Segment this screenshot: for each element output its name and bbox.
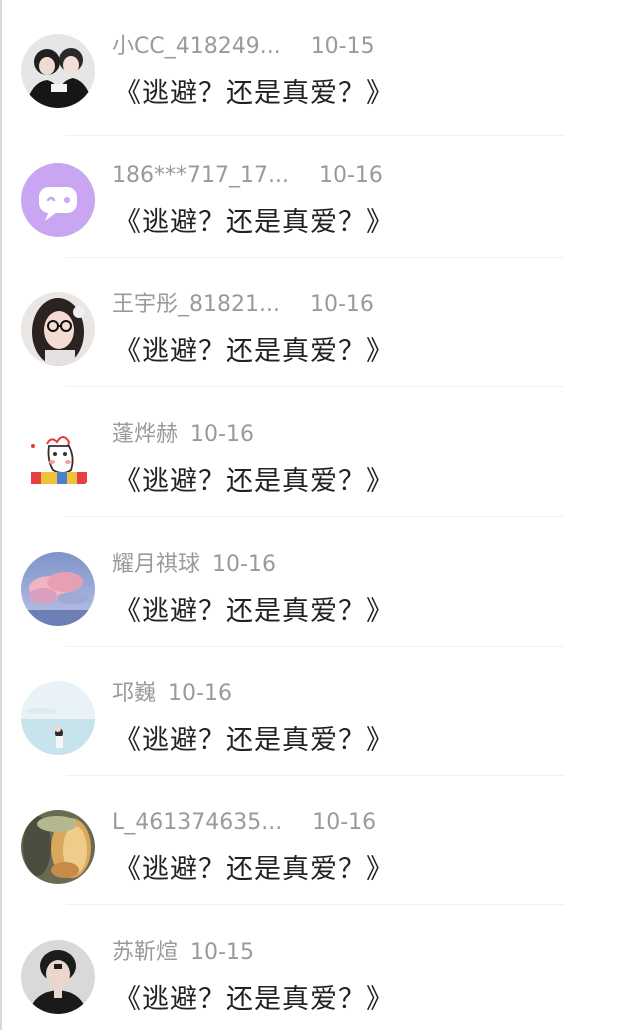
comment-text: 《逃避？还是真爱？》 — [114, 466, 394, 497]
username[interactable]: 蓬烨赫 — [112, 422, 178, 447]
comment-date: 10-16 — [318, 163, 383, 188]
girl-by-sea-avatar[interactable] — [21, 681, 95, 755]
comment-text: 《逃避？还是真爱？》 — [114, 336, 394, 367]
comment-text: 《逃避？还是真爱？》 — [114, 596, 394, 627]
comment-meta: 蓬烨赫 10-16 — [112, 420, 254, 450]
cartoon-character-avatar[interactable] — [21, 422, 95, 496]
comment-meta: 186***717_17... 10-16 — [112, 161, 383, 191]
username[interactable]: 小CC_418249... — [112, 34, 281, 59]
username[interactable]: 邛巍 — [112, 681, 156, 706]
comment-date: 10-16 — [168, 681, 232, 706]
comment-text: 《逃避？还是真爱？》 — [114, 854, 394, 885]
comment-date: 10-16 — [312, 810, 377, 835]
comment-meta: 小CC_418249... 10-15 — [112, 32, 375, 62]
comment-date: 10-16 — [190, 422, 254, 447]
comment-item[interactable]: 蓬烨赫 10-16 《逃避？还是真爱？》 — [0, 388, 640, 517]
comment-date: 10-15 — [310, 34, 375, 59]
username[interactable]: 耀月祺球 — [112, 552, 200, 577]
comment-meta: L_461374635... 10-16 — [112, 808, 376, 838]
comment-meta: 耀月祺球 10-16 — [112, 550, 276, 580]
comment-text: 《逃避？还是真爱？》 — [114, 984, 394, 1015]
comment-item[interactable]: 小CC_418249... 10-15 《逃避？还是真爱？》 — [0, 0, 640, 129]
comment-item[interactable]: L_461374635... 10-16 《逃避？还是真爱？》 — [0, 776, 640, 905]
golden-hair-sunset-avatar[interactable] — [21, 810, 95, 884]
username[interactable]: 186***717_17... — [112, 163, 289, 188]
comment-meta: 邛巍 10-16 — [112, 679, 232, 709]
comment-meta: 苏靳煊 10-15 — [112, 938, 254, 968]
username[interactable]: 王宇彤_81821... — [112, 292, 280, 317]
pink-cloud-sky-avatar[interactable] — [21, 552, 95, 626]
username[interactable]: 苏靳煊 — [112, 940, 178, 965]
girl-with-glasses-avatar[interactable] — [21, 292, 95, 366]
divider — [66, 516, 564, 517]
comment-meta: 王宇彤_81821... 10-16 — [112, 290, 374, 320]
purple-chat-bubble-icon[interactable] — [21, 163, 95, 237]
comment-date: 10-16 — [309, 292, 374, 317]
username[interactable]: L_461374635... — [112, 810, 282, 835]
comment-date: 10-15 — [190, 940, 254, 965]
comment-text: 《逃避？还是真爱？》 — [114, 725, 394, 756]
comment-item[interactable]: 王宇彤_81821... 10-16 《逃避？还是真爱？》 — [0, 258, 640, 387]
comment-item[interactable]: 186***717_17... 10-16 《逃避？还是真爱？》 — [0, 129, 640, 258]
divider — [66, 386, 564, 387]
comment-list: 186***717_17... 10-16 《逃避？还是真爱？》 王宇彤_8182… — [0, 0, 640, 1030]
couple-photo-avatar[interactable] — [21, 34, 95, 108]
divider — [66, 135, 564, 136]
comment-item[interactable]: 苏靳煊 10-15 《逃避？还是真爱？》 — [0, 906, 640, 1030]
comment-item[interactable]: 邛巍 10-16 《逃避？还是真爱？》 — [0, 647, 640, 776]
comment-date: 10-16 — [212, 552, 276, 577]
boy-portrait-avatar[interactable] — [21, 940, 95, 1014]
comment-text: 《逃避？还是真爱？》 — [114, 78, 394, 109]
comment-item[interactable]: 耀月祺球 10-16 《逃避？还是真爱？》 — [0, 518, 640, 647]
comment-text: 《逃避？还是真爱？》 — [114, 207, 394, 238]
divider — [66, 904, 564, 905]
